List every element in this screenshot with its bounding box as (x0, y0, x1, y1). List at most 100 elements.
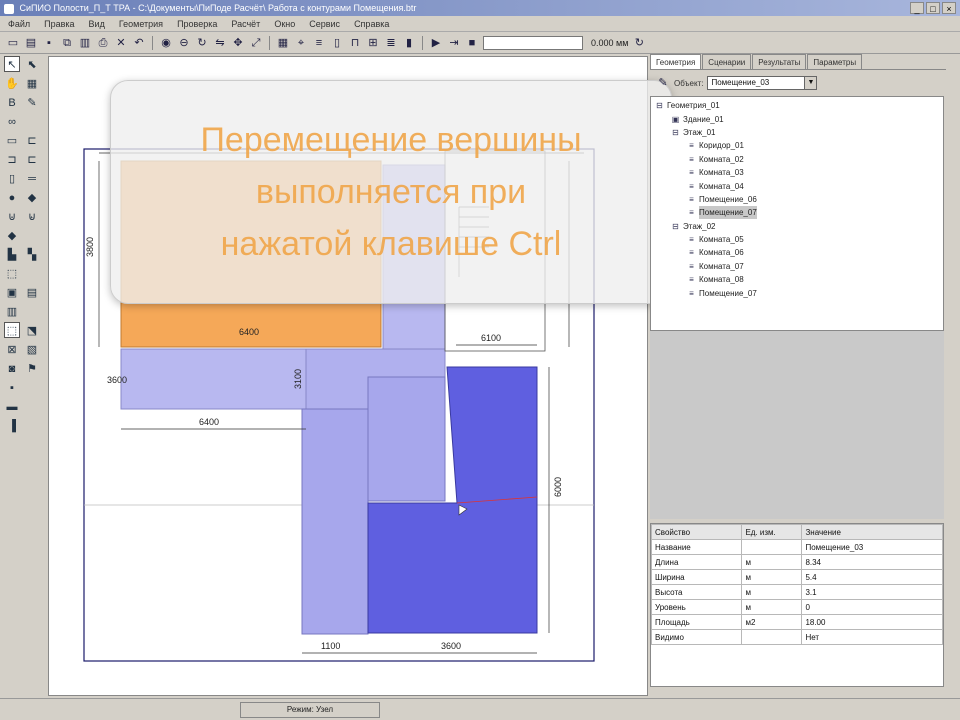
menu-item[interactable]: Расчёт (231, 16, 260, 31)
rect-select-icon[interactable]: ⬚ (4, 322, 20, 338)
zoom-icon[interactable]: ▦ (24, 75, 40, 91)
maximize-button[interactable]: □ (926, 2, 940, 14)
print-icon[interactable]: ⎙ (96, 36, 110, 50)
marker-icon[interactable]: ◆ (24, 189, 40, 205)
move-icon[interactable]: ✥ (231, 36, 245, 50)
info-icon[interactable]: ▪ (4, 379, 20, 395)
close-button[interactable]: × (942, 2, 956, 14)
tree-item[interactable]: ≡ Коридор_01 (651, 139, 943, 152)
rotate-icon[interactable]: ↻ (195, 36, 209, 50)
tree-item[interactable]: ≡ Помещение_07 (651, 286, 943, 299)
menu-item[interactable]: Вид (89, 16, 105, 31)
props-cell[interactable]: Помещение_03 (801, 539, 943, 555)
column-tool-icon[interactable]: ▯ (4, 170, 20, 186)
tree-item[interactable]: ≡ Комната_04 (651, 179, 943, 192)
tree-item[interactable]: ≡ Комната_07 (651, 260, 943, 273)
mirror-icon[interactable]: ⇋ (213, 36, 227, 50)
delete-icon[interactable]: ✕ (114, 36, 128, 50)
props-cell[interactable]: 8.34 (801, 554, 943, 570)
point-icon[interactable]: ● (4, 189, 20, 205)
tree-item[interactable]: ≡ Комната_05 (651, 233, 943, 246)
tree-item[interactable]: ≡ Помещение_06 (651, 193, 943, 206)
wall-tool-icon[interactable]: ⊐ (4, 151, 20, 167)
collapse-icon[interactable]: ⊟ (671, 128, 680, 137)
tree-item[interactable]: ≡ Комната_02 (651, 153, 943, 166)
tree-item[interactable]: ≡ Комната_03 (651, 166, 943, 179)
collapse-icon[interactable]: ⊟ (655, 101, 664, 110)
tree-item[interactable]: ≡ Комната_06 (651, 246, 943, 259)
ellipse-icon[interactable]: ⊖ (177, 36, 191, 50)
eraser-icon[interactable]: ⬚ (4, 265, 20, 281)
tab-1[interactable]: Сценарии (702, 54, 752, 69)
opening-icon[interactable]: ⊌ (24, 208, 40, 224)
extra-icon[interactable]: ▬ (4, 398, 20, 414)
grid-icon[interactable]: ▦ (276, 36, 290, 50)
door-tool-icon[interactable]: ⊍ (4, 208, 20, 224)
room-icon[interactable]: ▭ (4, 132, 20, 148)
brush-icon[interactable]: ✎ (656, 76, 670, 90)
tab-2[interactable]: Результаты (752, 54, 807, 69)
props-row[interactable]: Видимо Нет (650, 629, 943, 645)
chart-icon[interactable]: ▥ (4, 303, 20, 319)
copy-icon[interactable]: ⧉ (60, 36, 74, 50)
paste-icon[interactable]: ▥ (78, 36, 92, 50)
collapse-icon[interactable]: ⊟ (671, 222, 680, 231)
align-icon[interactable]: ≡ (312, 36, 326, 50)
tree-item[interactable]: ≡ Помещение_07 (651, 206, 943, 220)
object-select[interactable]: Помещение_03 ▼ (707, 76, 818, 90)
snap-icon[interactable]: ⌖ (294, 36, 308, 50)
wall-icon[interactable]: ▯ (330, 36, 344, 50)
tree-item[interactable]: ⊟ Геометрия_01 (651, 99, 943, 112)
step-icon[interactable]: ⇥ (447, 36, 461, 50)
calc-icon[interactable]: ▣ (4, 284, 20, 300)
node-edit-icon[interactable]: ⬉ (24, 56, 40, 72)
stair-icon[interactable]: ≣ (384, 36, 398, 50)
exit-app-icon[interactable]: ▐ (4, 417, 20, 433)
level-icon[interactable]: ▚ (24, 246, 40, 262)
chevron-down-icon[interactable]: ▼ (804, 77, 817, 89)
fire-icon[interactable]: ⊠ (4, 341, 20, 357)
props-cell[interactable]: Нет (801, 629, 943, 645)
menu-item[interactable]: Геометрия (119, 16, 163, 31)
fill-icon[interactable]: ◆ (4, 227, 20, 243)
props-row[interactable]: Название Помещение_03 (650, 539, 943, 555)
zone-icon[interactable]: ⊏ (24, 132, 40, 148)
menu-item[interactable]: Справка (354, 16, 389, 31)
props-cell[interactable]: 18.00 (801, 614, 943, 630)
stop-icon[interactable]: ■ (465, 36, 479, 50)
window-icon[interactable]: ⊞ (366, 36, 380, 50)
play-icon[interactable]: ▶ (429, 36, 443, 50)
tree-item[interactable]: ⊟ Этаж_01 (651, 126, 943, 139)
menu-item[interactable]: Правка (44, 16, 74, 31)
pencil-icon[interactable]: ✎ (24, 94, 40, 110)
person-icon[interactable]: ◙ (4, 360, 20, 376)
props-row[interactable]: Ширина м 5.4 (650, 569, 943, 585)
props-row[interactable]: Уровень м 0 (650, 599, 943, 615)
props-cell[interactable]: 3.1 (801, 584, 943, 600)
pan-icon[interactable]: ✋ (4, 75, 20, 91)
open-icon[interactable]: ▤ (24, 36, 38, 50)
menu-item[interactable]: Файл (8, 16, 30, 31)
props-row[interactable]: Высота м 3.1 (650, 584, 943, 600)
poly-select-icon[interactable]: ⬔ (24, 322, 40, 338)
sensor-icon[interactable]: ▤ (24, 284, 40, 300)
tree-item[interactable]: ▣ Здание_01 (651, 112, 943, 125)
props-row[interactable]: Длина м 8.34 (650, 554, 943, 570)
column-icon[interactable]: ▮ (402, 36, 416, 50)
height-icon[interactable]: ▙ (4, 246, 20, 262)
link-icon[interactable]: ∞ (4, 113, 20, 129)
line-tool-icon[interactable]: ═ (24, 170, 40, 186)
circle-icon[interactable]: ◉ (159, 36, 173, 50)
props-cell[interactable]: 5.4 (801, 569, 943, 585)
menu-item[interactable]: Проверка (177, 16, 217, 31)
coord-input[interactable] (483, 35, 583, 50)
tab-0[interactable]: Геометрия (650, 54, 702, 69)
tab-3[interactable]: Параметры (807, 54, 863, 69)
scale-icon[interactable]: ⤢ (249, 36, 263, 50)
tree-item[interactable]: ⊟ Этаж_02 (651, 220, 943, 233)
exit-icon[interactable]: ▧ (24, 341, 40, 357)
menu-item[interactable]: Окно (274, 16, 295, 31)
properties-grid[interactable]: Свойство Ед. изм. Значение Название Помещени… (650, 523, 944, 687)
object-tree[interactable]: ⊟ Геометрия_01 ▣ Здание_01 ⊟ Этаж_01 ≡ Коридор_… (650, 96, 944, 331)
menu-item[interactable]: Сервис (309, 16, 340, 31)
